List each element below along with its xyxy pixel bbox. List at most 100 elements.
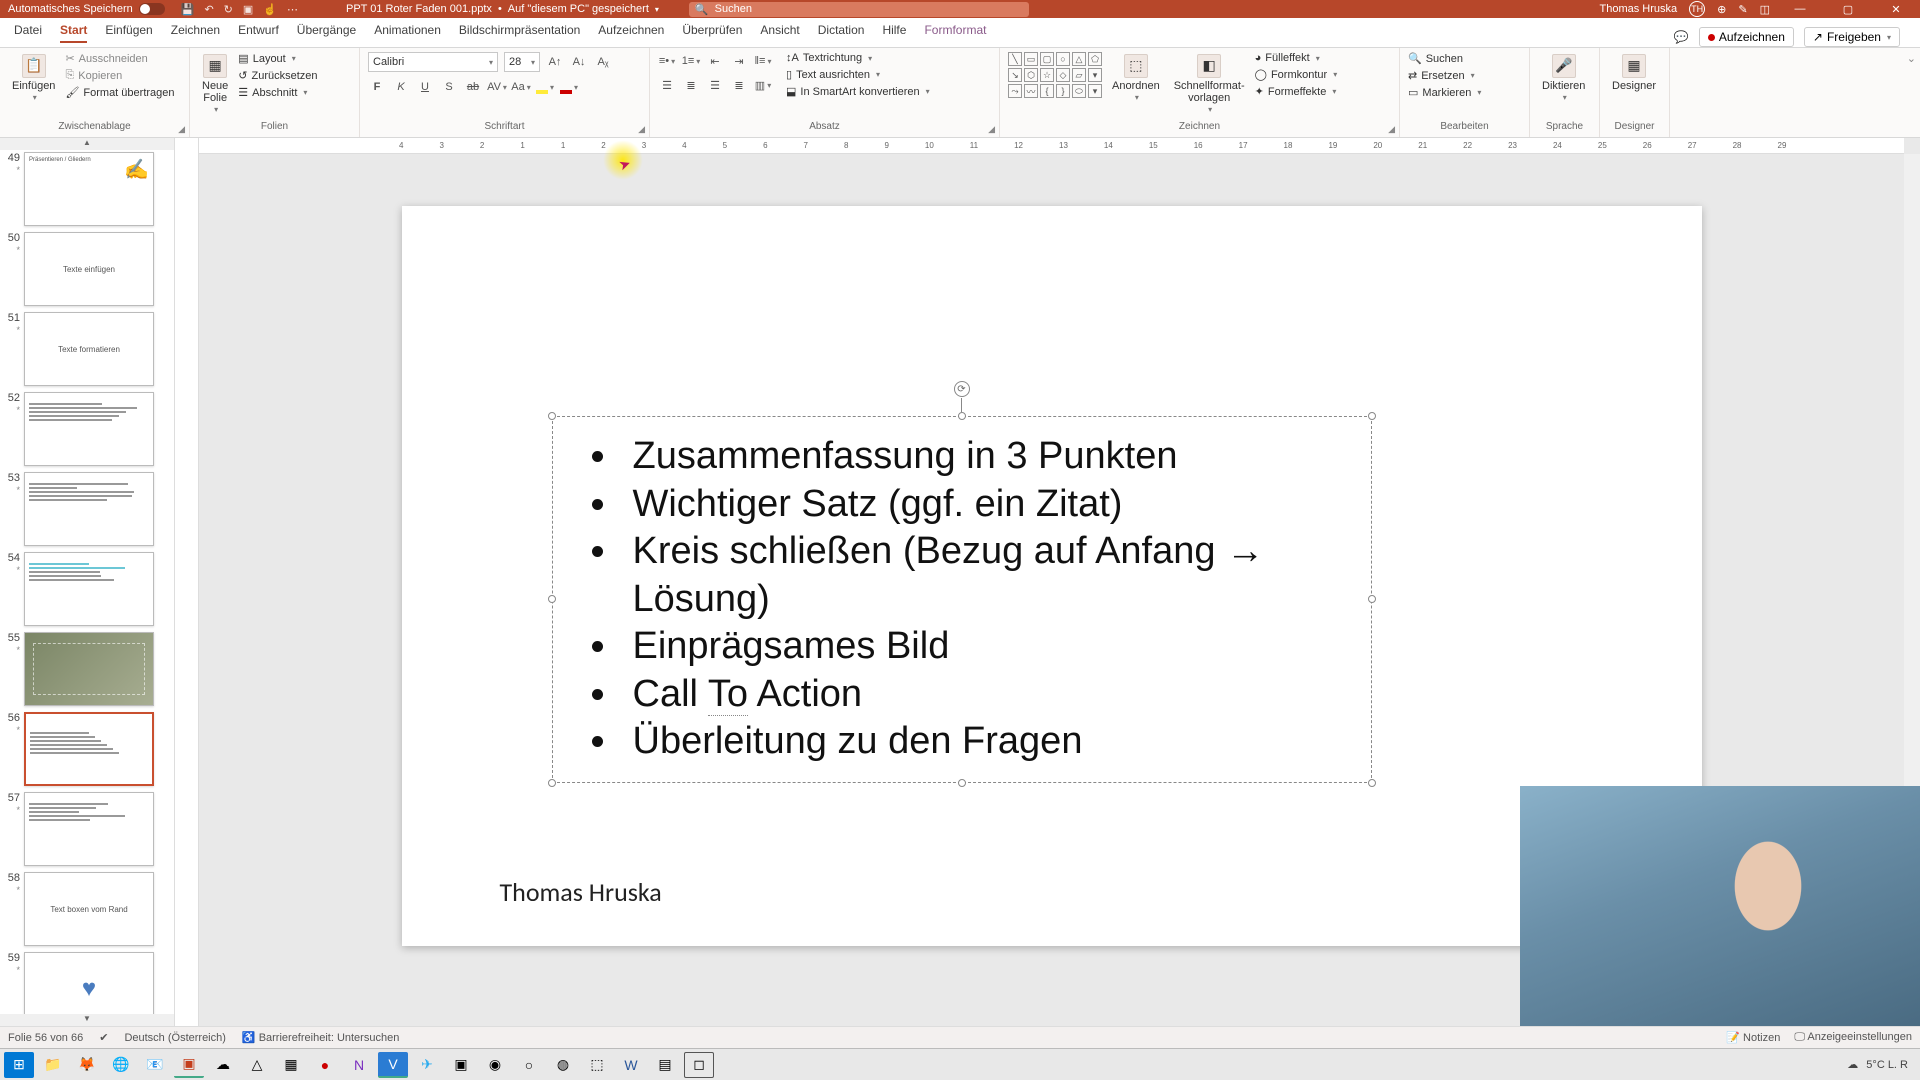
resize-handle[interactable] bbox=[1368, 412, 1376, 420]
align-left-button[interactable]: ☰ bbox=[658, 76, 676, 94]
user-name[interactable]: Thomas Hruska bbox=[1600, 3, 1678, 15]
touch-icon[interactable]: ☝ bbox=[263, 3, 277, 16]
taskbar-app5[interactable]: ○ bbox=[514, 1052, 544, 1078]
smartart-button[interactable]: ⬓In SmartArt konvertieren▾ bbox=[786, 85, 930, 98]
slide-thumbnail[interactable]: 53 bbox=[2, 472, 168, 546]
tab-datei[interactable]: Datei bbox=[14, 23, 42, 43]
new-slide-button[interactable]: ▦Neue Folie▾ bbox=[198, 52, 232, 117]
section-button[interactable]: ☰Abschnitt▾ bbox=[238, 86, 317, 99]
format-painter-button[interactable]: 🖌Format übertragen bbox=[65, 86, 174, 99]
shrink-font-button[interactable]: A↓ bbox=[570, 53, 588, 71]
tab-zeichnen[interactable]: Zeichnen bbox=[171, 23, 220, 43]
comments-icon[interactable]: 💬 bbox=[1674, 30, 1689, 44]
slide-counter[interactable]: Folie 56 von 66 bbox=[8, 1032, 83, 1044]
taskbar-app7[interactable]: ⬚ bbox=[582, 1052, 612, 1078]
taskbar-visio[interactable]: V bbox=[378, 1052, 408, 1078]
user-avatar[interactable]: TH bbox=[1689, 1, 1705, 17]
bullets-button[interactable]: ≡•▾ bbox=[658, 52, 676, 70]
taskbar-chrome[interactable]: 🌐 bbox=[106, 1052, 136, 1078]
slide-thumbnail[interactable]: 51Texte formatieren bbox=[2, 312, 168, 386]
taskbar-app2[interactable]: ▦ bbox=[276, 1052, 306, 1078]
slide-canvas[interactable]: ⟳ Zusammenfassung in 3 PunktenWichtiger … bbox=[402, 206, 1702, 946]
align-right-button[interactable]: ☰ bbox=[706, 76, 724, 94]
line-spacing-button[interactable]: ‖≡▾ bbox=[754, 52, 772, 70]
text-direction-button[interactable]: ↕ATextrichtung▾ bbox=[786, 52, 930, 64]
shape-fill-button[interactable]: ◕Fülleffekt▾ bbox=[1255, 52, 1338, 64]
italic-button[interactable]: K bbox=[392, 78, 410, 96]
qat-more-icon[interactable]: ⋯ bbox=[287, 3, 298, 16]
save-icon[interactable]: 💾 bbox=[181, 3, 195, 16]
grow-font-button[interactable]: A↑ bbox=[546, 53, 564, 71]
arrange-button[interactable]: ⬚Anordnen▾ bbox=[1108, 52, 1164, 105]
slide-thumbnail[interactable]: 58Text boxen vom Rand bbox=[2, 872, 168, 946]
shape-effects-button[interactable]: ✦Formeffekte▾ bbox=[1255, 85, 1338, 98]
strike-button[interactable]: ab bbox=[464, 78, 482, 96]
window-icon[interactable]: ◫ bbox=[1760, 3, 1770, 16]
paste-button[interactable]: 📋Einfügen▾ bbox=[8, 52, 59, 105]
align-center-button[interactable]: ≣ bbox=[682, 76, 700, 94]
taskbar-obs[interactable]: ◉ bbox=[480, 1052, 510, 1078]
font-color-button[interactable]: ▾ bbox=[560, 78, 578, 96]
display-settings-button[interactable]: 🖵 Anzeigeeinstellungen bbox=[1794, 1031, 1912, 1044]
slide-thumbnail[interactable]: 50Texte einfügen bbox=[2, 232, 168, 306]
resize-handle[interactable] bbox=[1368, 595, 1376, 603]
tab-hilfe[interactable]: Hilfe bbox=[882, 23, 906, 43]
language-status[interactable]: Deutsch (Österreich) bbox=[124, 1032, 225, 1044]
present-icon[interactable]: ▣ bbox=[243, 3, 253, 16]
taskbar-app8[interactable]: ▤ bbox=[650, 1052, 680, 1078]
shadow-button[interactable]: S bbox=[440, 78, 458, 96]
shape-outline-button[interactable]: ◯Formkontur▾ bbox=[1255, 68, 1338, 81]
paragraph-dialog-icon[interactable]: ◢ bbox=[988, 124, 995, 135]
redo-icon[interactable]: ↻ bbox=[224, 3, 233, 16]
indent-button[interactable]: ⇥ bbox=[730, 52, 748, 70]
highlight-button[interactable]: ▾ bbox=[536, 78, 554, 96]
share-button[interactable]: ↗Freigeben▾ bbox=[1804, 27, 1900, 47]
bullet-item[interactable]: Überleitung zu den Fragen bbox=[621, 718, 1331, 766]
reset-button[interactable]: ↺Zurücksetzen bbox=[238, 69, 317, 82]
tab-dictation[interactable]: Dictation bbox=[818, 23, 865, 43]
close-button[interactable]: ✕ bbox=[1878, 3, 1914, 16]
clear-format-button[interactable]: Aᵪ bbox=[594, 53, 612, 71]
tab-animationen[interactable]: Animationen bbox=[374, 23, 441, 43]
taskbar-app9[interactable]: ◻ bbox=[684, 1052, 714, 1078]
tab-start[interactable]: Start bbox=[60, 23, 87, 43]
start-button[interactable]: ⊞ bbox=[4, 1052, 34, 1078]
taskbar-outlook[interactable]: 📧 bbox=[140, 1052, 170, 1078]
taskbar-app4[interactable]: ▣ bbox=[446, 1052, 476, 1078]
tab-aufzeichnen[interactable]: Aufzeichnen bbox=[598, 23, 664, 43]
find-button[interactable]: 🔍Suchen bbox=[1408, 52, 1481, 65]
resize-handle[interactable] bbox=[1368, 779, 1376, 787]
search-input[interactable] bbox=[715, 3, 1023, 15]
tab-uebergaenge[interactable]: Übergänge bbox=[297, 23, 356, 43]
slide-thumbnail[interactable]: 54 bbox=[2, 552, 168, 626]
outdent-button[interactable]: ⇤ bbox=[706, 52, 724, 70]
cut-button[interactable]: ✂Ausschneiden bbox=[65, 52, 174, 65]
quick-styles-button[interactable]: ◧Schnellformat- vorlagen▾ bbox=[1170, 52, 1249, 117]
undo-icon[interactable]: ↶ bbox=[204, 3, 213, 16]
minimize-button[interactable]: — bbox=[1782, 3, 1818, 15]
taskbar-telegram[interactable]: ✈ bbox=[412, 1052, 442, 1078]
dictate-button[interactable]: 🎤Diktieren▾ bbox=[1538, 52, 1589, 105]
slide-thumbnail[interactable]: 57 bbox=[2, 792, 168, 866]
resize-handle[interactable] bbox=[548, 595, 556, 603]
taskbar-explorer[interactable]: 📁 bbox=[38, 1052, 68, 1078]
ribbon-collapse-icon[interactable]: ⌄ bbox=[1907, 53, 1916, 65]
bold-button[interactable]: F bbox=[368, 78, 386, 96]
bullet-item[interactable]: Call To Action bbox=[621, 671, 1331, 719]
ink-icon[interactable]: ✎ bbox=[1738, 3, 1747, 16]
resize-handle[interactable] bbox=[548, 779, 556, 787]
slide-thumbnail[interactable]: 49Präsentieren / Gliedern✍ bbox=[2, 152, 168, 226]
char-spacing-button[interactable]: AV▾ bbox=[488, 78, 506, 96]
font-size-select[interactable]: 28▾ bbox=[504, 52, 540, 72]
taskbar-firefox[interactable]: 🦊 bbox=[72, 1052, 102, 1078]
bullet-item[interactable]: Wichtiger Satz (ggf. ein Zitat) bbox=[621, 481, 1331, 529]
notes-button[interactable]: 📝 Notizen bbox=[1726, 1031, 1780, 1044]
resize-handle[interactable] bbox=[958, 779, 966, 787]
replace-button[interactable]: ⇄Ersetzen▾ bbox=[1408, 69, 1481, 82]
taskbar-onenote[interactable]: N bbox=[344, 1052, 374, 1078]
upcoming-icon[interactable]: ⊕ bbox=[1717, 3, 1726, 16]
thumb-scroll-down[interactable]: ▼ bbox=[0, 1014, 174, 1026]
taskbar-app6[interactable]: ◍ bbox=[548, 1052, 578, 1078]
bullet-item[interactable]: Zusammenfassung in 3 Punkten bbox=[621, 433, 1331, 481]
horizontal-ruler[interactable]: 4321123456789101112131415161718192021222… bbox=[199, 138, 1904, 154]
